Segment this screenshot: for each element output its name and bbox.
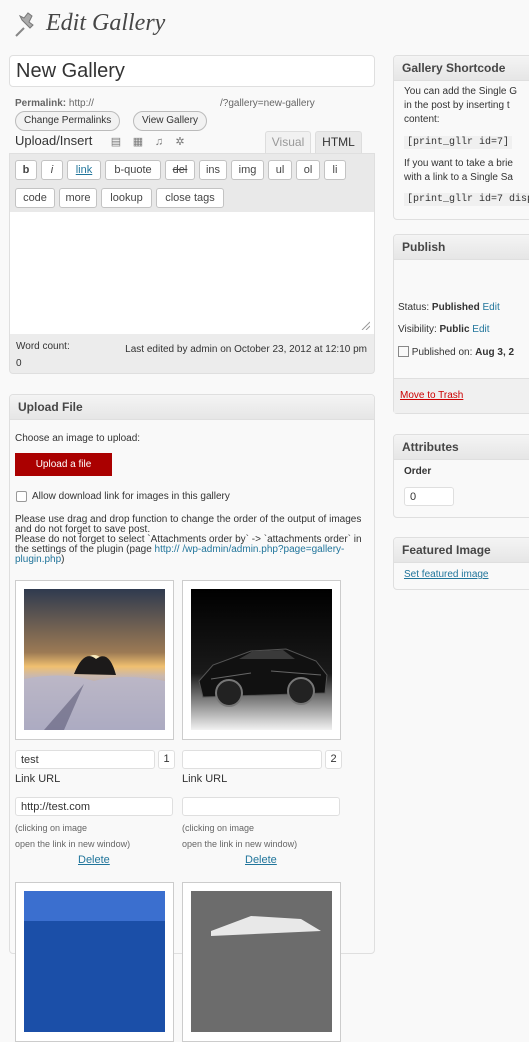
word-count-bar: Word count: 0 Last edited by admin on Oc… <box>9 334 375 374</box>
status-label: Status: <box>398 302 430 313</box>
quicktag-link-button[interactable]: link <box>67 160 101 180</box>
visibility-label: Visibility: <box>398 324 437 335</box>
tab-visual[interactable]: Visual <box>265 131 311 154</box>
quicktag-ol-button[interactable]: ol <box>296 160 320 180</box>
image-title-input[interactable] <box>15 750 155 769</box>
link-hint-2: open the link in new window) <box>15 839 131 849</box>
gallery-thumb[interactable] <box>15 580 174 740</box>
gallery-thumb[interactable] <box>182 882 341 1042</box>
attributes-title: Attributes <box>394 435 529 460</box>
last-edited-text: Last edited by admin on October 23, 2012… <box>125 344 367 355</box>
link-hint-1: (clicking on image <box>15 823 88 833</box>
quicktag-lookup-button[interactable]: lookup <box>101 188 152 208</box>
link-url-input[interactable] <box>182 797 340 816</box>
shortcode-code-1: [print_gllr id=7] <box>404 136 513 149</box>
permalink-row: Permalink: http:// /?gallery=new-gallery <box>15 98 375 109</box>
allow-download-label: Allow download link for images in this g… <box>32 491 230 502</box>
order-input[interactable] <box>404 487 454 506</box>
view-gallery-button[interactable]: View Gallery <box>133 111 207 131</box>
quicktag-bold-button[interactable]: b <box>15 160 37 180</box>
media-gear-icon[interactable]: ✲ <box>174 136 186 148</box>
upload-insert-label: Upload/Insert <box>15 133 93 148</box>
published-label: Published on: <box>411 347 473 358</box>
word-count-label: Word count: <box>16 341 70 352</box>
permalink-prefix: http:// <box>68 98 94 109</box>
quicktag-del-button[interactable]: del <box>165 160 195 180</box>
link-url-input[interactable] <box>15 797 173 816</box>
link-hint-2: open the link in new window) <box>182 839 298 849</box>
featured-image-title: Featured Image <box>394 538 529 563</box>
quicktag-italic-button[interactable]: i <box>41 160 63 180</box>
image-title-input[interactable] <box>182 750 322 769</box>
link-url-label: Link URL <box>182 773 228 785</box>
upload-file-button[interactable]: Upload a file <box>15 453 112 476</box>
order-label: Order <box>404 466 432 477</box>
permalink-label: Permalink: <box>15 98 67 109</box>
visibility-edit-link[interactable]: Edit <box>472 324 489 335</box>
content-textarea[interactable] <box>9 212 375 334</box>
pushpin-icon <box>15 12 34 37</box>
quicktag-close-tags-button[interactable]: close tags <box>156 188 224 208</box>
visibility-row: Visibility: Public Edit <box>398 324 490 335</box>
quicktag-more-button[interactable]: more <box>59 188 97 208</box>
post-title-input[interactable] <box>9 55 375 87</box>
image-order-number: 2 <box>325 750 342 769</box>
word-count-value: 0 <box>16 358 22 369</box>
shortcode-text-2a: If you want to take a brie <box>404 158 513 169</box>
white-car-image <box>191 891 332 1032</box>
delete-image-link[interactable]: Delete <box>78 854 110 866</box>
calendar-icon <box>398 346 409 357</box>
quicktag-img-button[interactable]: img <box>231 160 264 180</box>
shortcode-code-2: [print_gllr id=7 displ <box>404 193 529 206</box>
shortcode-text-1a: You can add the Single G <box>404 86 518 97</box>
move-to-trash-link[interactable]: Move to Trash <box>400 390 463 401</box>
drag-drop-info: Please use drag and drop function to cha… <box>15 515 371 565</box>
choose-image-text: Choose an image to upload: <box>15 433 141 444</box>
shortcode-text-1c: content: <box>404 114 440 125</box>
video-icon[interactable]: ▦ <box>132 136 144 148</box>
change-permalinks-button[interactable]: Change Permalinks <box>15 111 121 131</box>
audio-icon[interactable]: ♫ <box>153 136 165 148</box>
quicktags-toolbar: b i link b-quote del ins img ul ol li co… <box>9 153 375 213</box>
resize-handle-icon[interactable] <box>360 320 370 330</box>
quicktag-ins-button[interactable]: ins <box>199 160 227 180</box>
tab-html[interactable]: HTML <box>315 131 362 154</box>
upload-file-box-title: Upload File <box>10 395 374 420</box>
shortcode-text-2b: with a link to a Single Sa <box>404 172 513 183</box>
page-title: Edit Gallery <box>46 10 166 36</box>
publish-title: Publish <box>394 235 529 260</box>
published-value: Aug 3, 2 <box>475 347 515 358</box>
visibility-value: Public <box>439 324 470 335</box>
gallery-shortcode-title: Gallery Shortcode <box>394 56 529 81</box>
featured-image-box: Featured Image <box>393 537 529 590</box>
allow-download-checkbox[interactable] <box>16 491 27 502</box>
status-row: Status: Published Edit <box>398 302 500 313</box>
sunset-image <box>24 589 165 730</box>
status-value: Published <box>431 302 480 313</box>
plugin-settings-link-a[interactable]: http:// <box>155 544 180 555</box>
blue-sky-image <box>24 891 165 1032</box>
link-hint-1: (clicking on image <box>182 823 255 833</box>
quicktag-bquote-button[interactable]: b-quote <box>105 160 161 180</box>
image-icon[interactable]: ▤ <box>110 136 122 148</box>
delete-image-link[interactable]: Delete <box>245 854 277 866</box>
link-url-label: Link URL <box>15 773 61 785</box>
status-edit-link[interactable]: Edit <box>483 302 500 313</box>
sports-car-image <box>191 589 332 730</box>
quicktag-ul-button[interactable]: ul <box>268 160 292 180</box>
gallery-thumb[interactable] <box>182 580 341 740</box>
published-on-row: Published on: Aug 3, 2 <box>398 346 514 358</box>
gallery-thumb[interactable] <box>15 882 174 1042</box>
image-order-number: 1 <box>158 750 175 769</box>
quicktag-code-button[interactable]: code <box>15 188 55 208</box>
info-close: ) <box>61 554 65 565</box>
info-line-1: Please use drag and drop function to cha… <box>15 514 362 535</box>
set-featured-image-link[interactable]: Set featured image <box>404 569 489 580</box>
permalink-suffix: /?gallery=new-gallery <box>220 98 315 109</box>
quicktag-li-button[interactable]: li <box>324 160 346 180</box>
shortcode-text-1b: in the post by inserting t <box>404 100 510 111</box>
